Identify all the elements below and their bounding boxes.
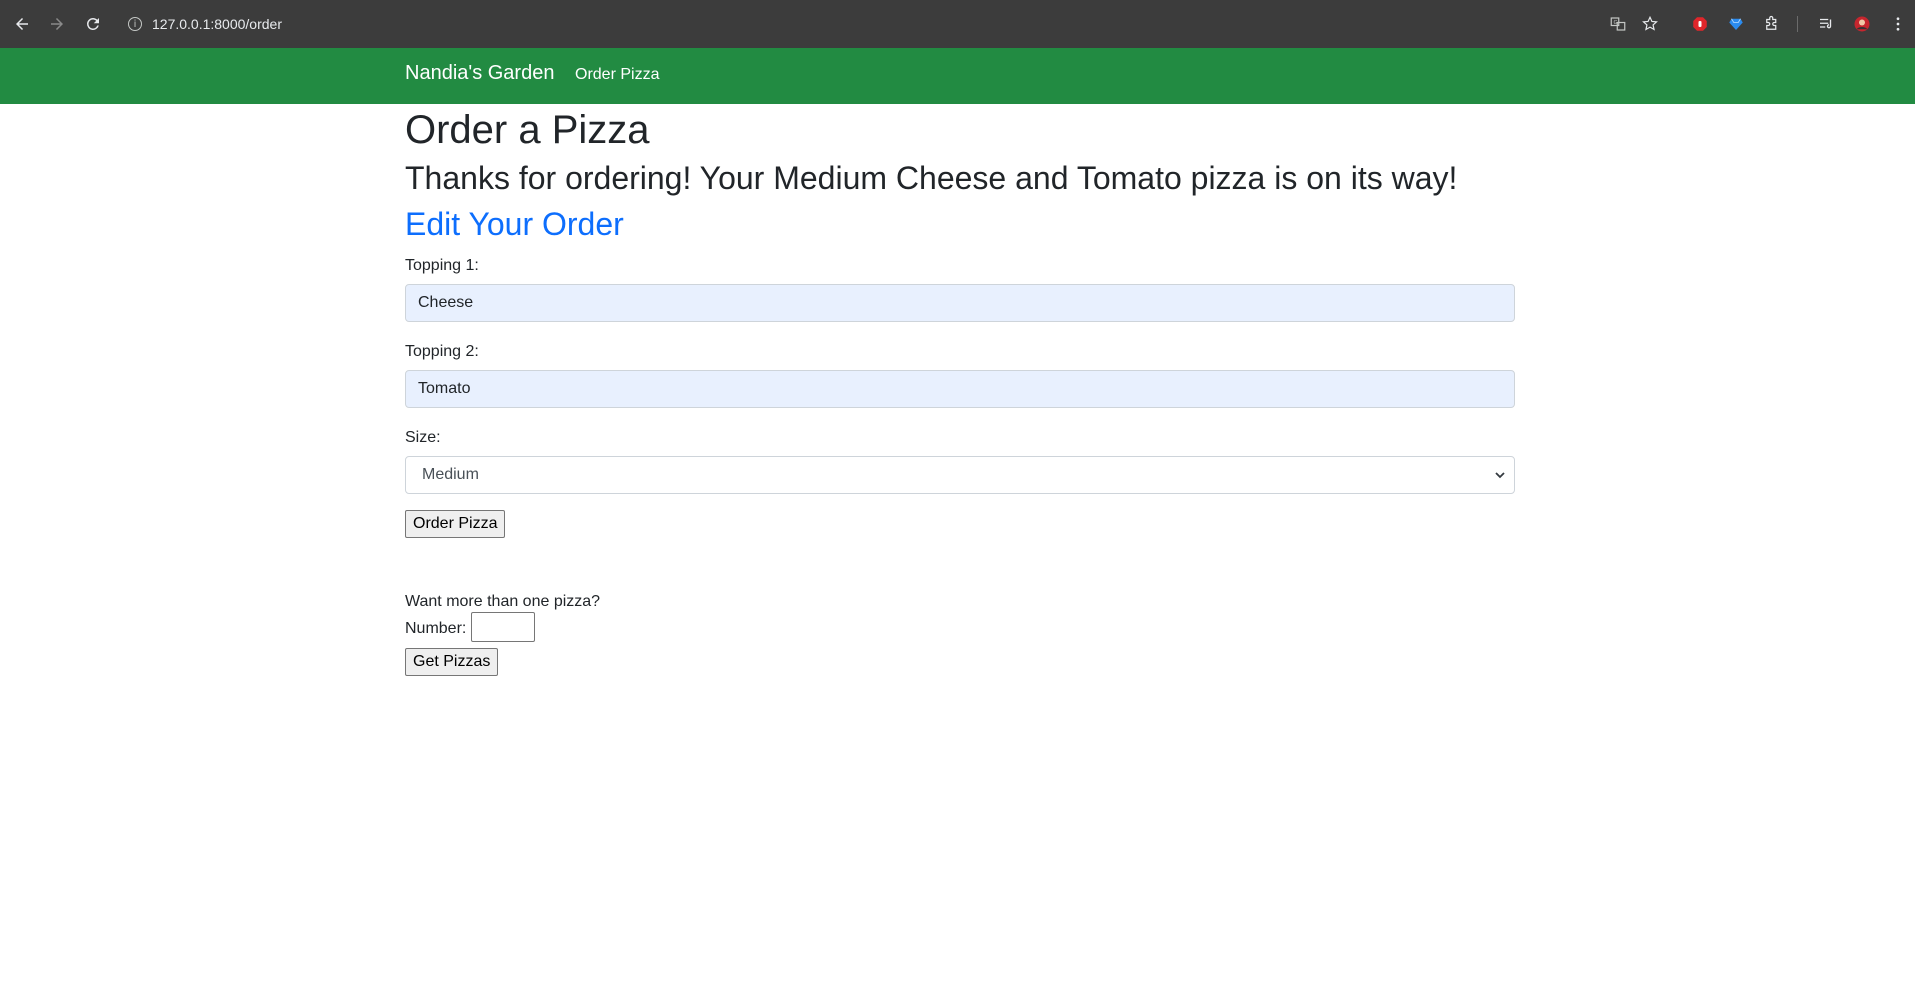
profile-button[interactable] [1848, 10, 1876, 38]
page-title: Order a Pizza [405, 108, 650, 152]
topping1-label: Topping 1: [405, 257, 479, 274]
arrow-right-icon [51, 18, 63, 30]
diamond-icon [1729, 18, 1743, 30]
extension-adblock-button[interactable] [1686, 10, 1714, 38]
translate-button[interactable]: G [1604, 10, 1632, 38]
playlist-icon [1820, 18, 1832, 29]
toolbar-separator [1797, 16, 1798, 32]
nav-link-order-pizza[interactable]: Order Pizza [575, 66, 659, 84]
bookmark-button[interactable] [1636, 10, 1664, 38]
reload-button[interactable] [79, 10, 107, 38]
info-icon[interactable]: i [128, 17, 142, 31]
address-bar[interactable]: i 127.0.0.1:8000/order [128, 12, 282, 36]
topping1-input[interactable]: Cheese [405, 284, 1515, 322]
topping2-label: Topping 2: [405, 343, 479, 360]
site-navbar: Nandia's Garden Order Pizza [0, 48, 1915, 104]
browser-toolbar: i 127.0.0.1:8000/order G [0, 0, 1915, 48]
size-value: Medium [422, 466, 479, 483]
edit-order-link[interactable]: Edit Your Order [405, 204, 624, 244]
url-text: 127.0.0.1:8000/order [152, 16, 282, 32]
extensions-button[interactable] [1758, 10, 1786, 38]
avatar-icon [1854, 16, 1870, 32]
puzzle-icon [1766, 15, 1777, 30]
reading-list-button[interactable] [1812, 10, 1840, 38]
number-input[interactable] [471, 612, 535, 642]
back-button[interactable] [8, 10, 36, 38]
forward-button[interactable] [43, 10, 71, 38]
size-label: Size: [405, 429, 441, 446]
topping2-input[interactable]: Tomato [405, 370, 1515, 408]
translate-icon: G [1610, 17, 1626, 31]
svg-text:G: G [1614, 20, 1618, 26]
multi-pizza-prompt: Want more than one pizza? [405, 593, 601, 610]
navbar-brand[interactable]: Nandia's Garden [405, 62, 554, 85]
topping1-value: Cheese [418, 294, 474, 311]
size-select[interactable]: Medium [405, 456, 1515, 494]
number-label: Number: [405, 620, 467, 637]
get-pizzas-button[interactable]: Get Pizzas [405, 648, 499, 676]
order-confirmation: Thanks for ordering! Your Medium Cheese … [405, 160, 1458, 196]
topping2-value: Tomato [418, 380, 471, 397]
stop-hand-icon [1693, 17, 1707, 31]
reload-icon [86, 17, 99, 30]
browser-menu-button[interactable] [1884, 10, 1912, 38]
extension-gem-button[interactable] [1722, 10, 1750, 38]
chevron-down-icon [1495, 472, 1505, 479]
order-pizza-button[interactable]: Order Pizza [405, 510, 506, 538]
kebab-menu-icon [1896, 17, 1900, 31]
star-icon [1642, 15, 1658, 31]
arrow-left-icon [16, 18, 28, 30]
